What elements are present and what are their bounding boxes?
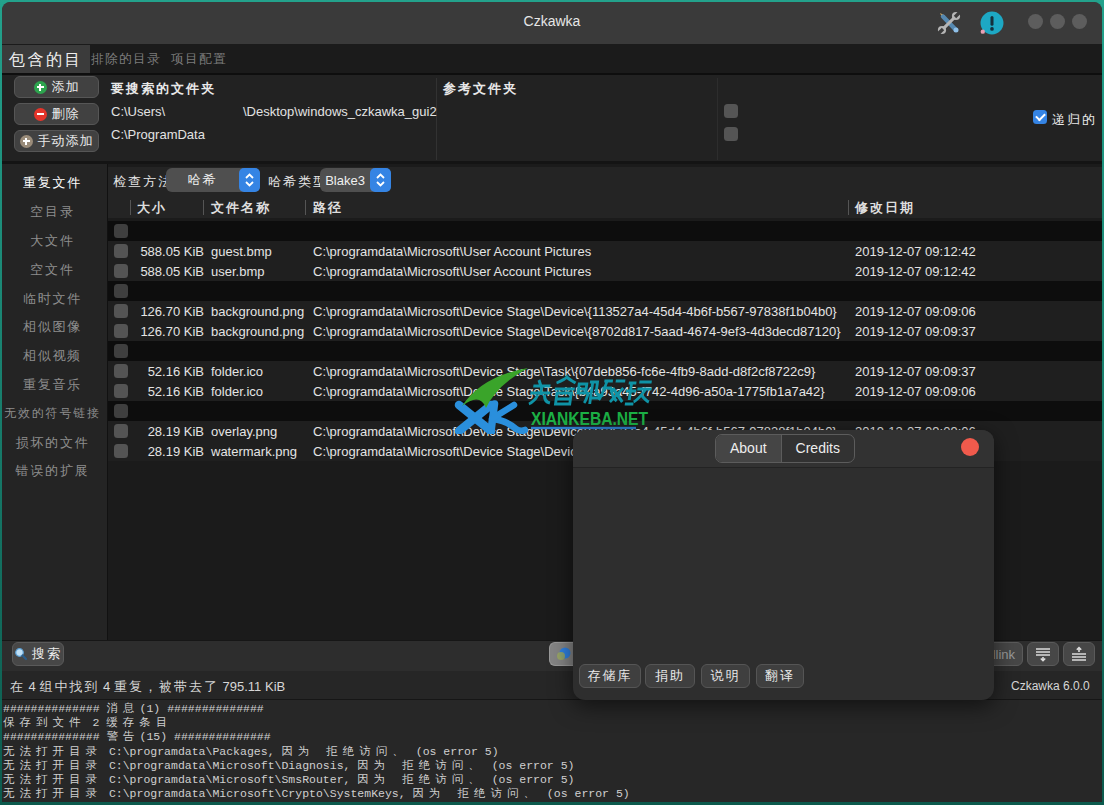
svg-text:XIANKEBA.NET: XIANKEBA.NET	[531, 408, 648, 429]
